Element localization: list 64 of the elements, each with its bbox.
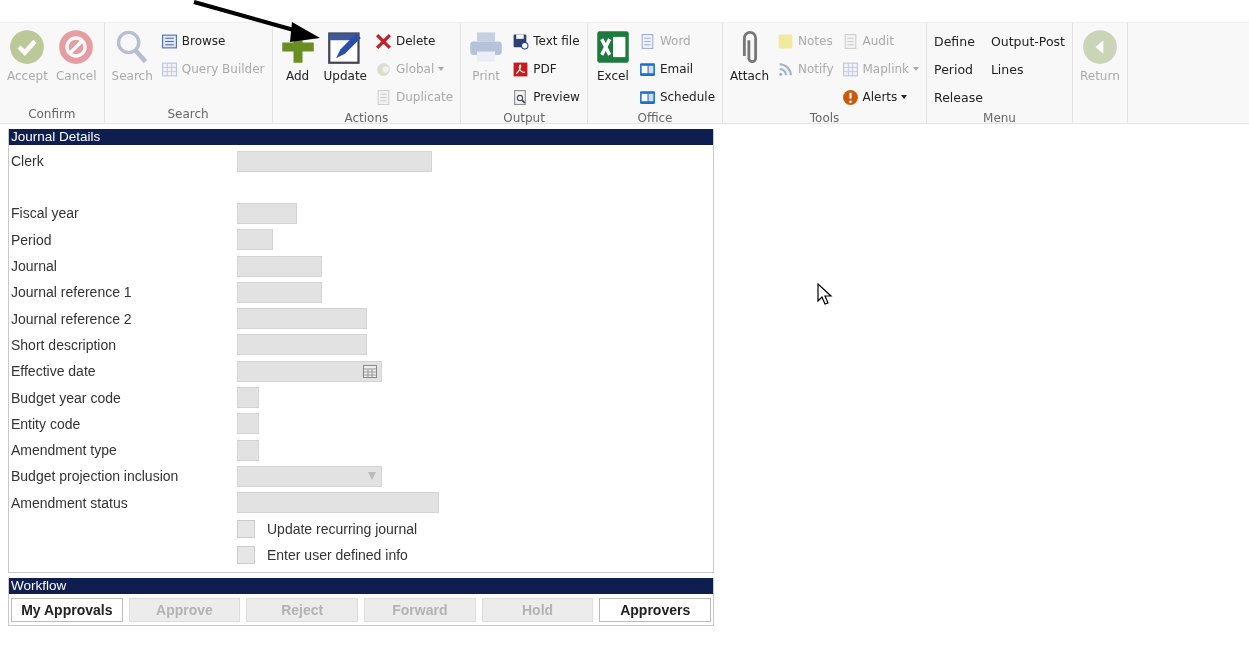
field-label: Fiscal year [10, 205, 80, 222]
section-header: Journal Details [9, 129, 713, 145]
ribbon-button[interactable]: Browse [157, 27, 268, 55]
menu-item[interactable]: Define [931, 27, 986, 55]
field-label: Budget projection inclusion [10, 468, 180, 485]
list-icon [160, 32, 178, 50]
caret-icon [913, 67, 920, 71]
checkbox[interactable] [237, 546, 255, 565]
alert-icon [841, 88, 859, 106]
group-label: Output [502, 111, 546, 127]
group-label: Office [636, 111, 674, 127]
ribbon-button[interactable]: Update [320, 27, 370, 85]
field-label: Amendment type [10, 442, 118, 459]
caret-icon [901, 95, 908, 99]
workflow-button[interactable]: Approvers [599, 598, 712, 623]
grid-icon [160, 60, 178, 78]
menu-item[interactable]: Period [931, 55, 986, 83]
field-label: Budget year code [10, 389, 122, 406]
document-icon [375, 88, 392, 106]
dropdown-arrow-icon [367, 471, 377, 482]
printer-icon [468, 29, 505, 65]
ribbon-button[interactable]: Text file [509, 27, 583, 55]
field-label: Journal [10, 258, 58, 275]
spreadsheet-icon [594, 29, 631, 65]
workflow-button[interactable]: My Approvals [11, 598, 123, 623]
ribbon-button[interactable]: Attach [727, 27, 772, 85]
field-label: Period [10, 231, 53, 248]
group-label: Search [166, 107, 210, 123]
group-label: Confirm [27, 107, 77, 123]
note-icon [777, 32, 794, 50]
ribbon-button[interactable]: Email [635, 55, 719, 83]
back-icon [1081, 29, 1118, 65]
section-header: Workflow [9, 578, 713, 595]
field-label: Clerk [10, 153, 45, 170]
circle-icon [375, 60, 392, 78]
group-label: Tools [808, 111, 841, 127]
checkbox-label: Update recurring journal [267, 521, 418, 537]
menu-item[interactable]: Lines [987, 55, 1068, 83]
ribbon-button[interactable]: Excel [591, 27, 634, 85]
ribbon-button[interactable]: PDF [509, 55, 583, 83]
ribbon-button[interactable]: Schedule [635, 83, 719, 111]
checkbox[interactable] [237, 520, 255, 538]
prohibited-icon [58, 29, 95, 65]
pdf-icon [512, 60, 530, 78]
x-icon [375, 32, 392, 50]
ribbon-button[interactable]: Delete [372, 27, 457, 55]
field-label: Effective date [10, 363, 97, 380]
checkbox-label: Enter user defined info [267, 547, 408, 564]
ribbon-button[interactable]: Alerts [838, 83, 923, 111]
mouse-pointer-icon [817, 283, 833, 305]
menu-item[interactable]: Release [931, 83, 986, 111]
menu-item[interactable]: Output-Post [987, 27, 1068, 55]
field-label: Short description [10, 336, 118, 353]
group-label: Menu [982, 111, 1017, 127]
group-label: Actions [343, 111, 390, 127]
check-circle-icon [9, 29, 46, 65]
caret-icon [438, 67, 445, 71]
grid-icon [841, 60, 859, 78]
field-label: Amendment status [10, 494, 129, 511]
rss-icon [777, 60, 794, 78]
field-label: Journal reference 1 [10, 284, 133, 301]
field-label: Entity code [10, 415, 82, 432]
ribbon-button[interactable]: Preview [509, 83, 583, 111]
field-label: Journal reference 2 [10, 310, 133, 327]
